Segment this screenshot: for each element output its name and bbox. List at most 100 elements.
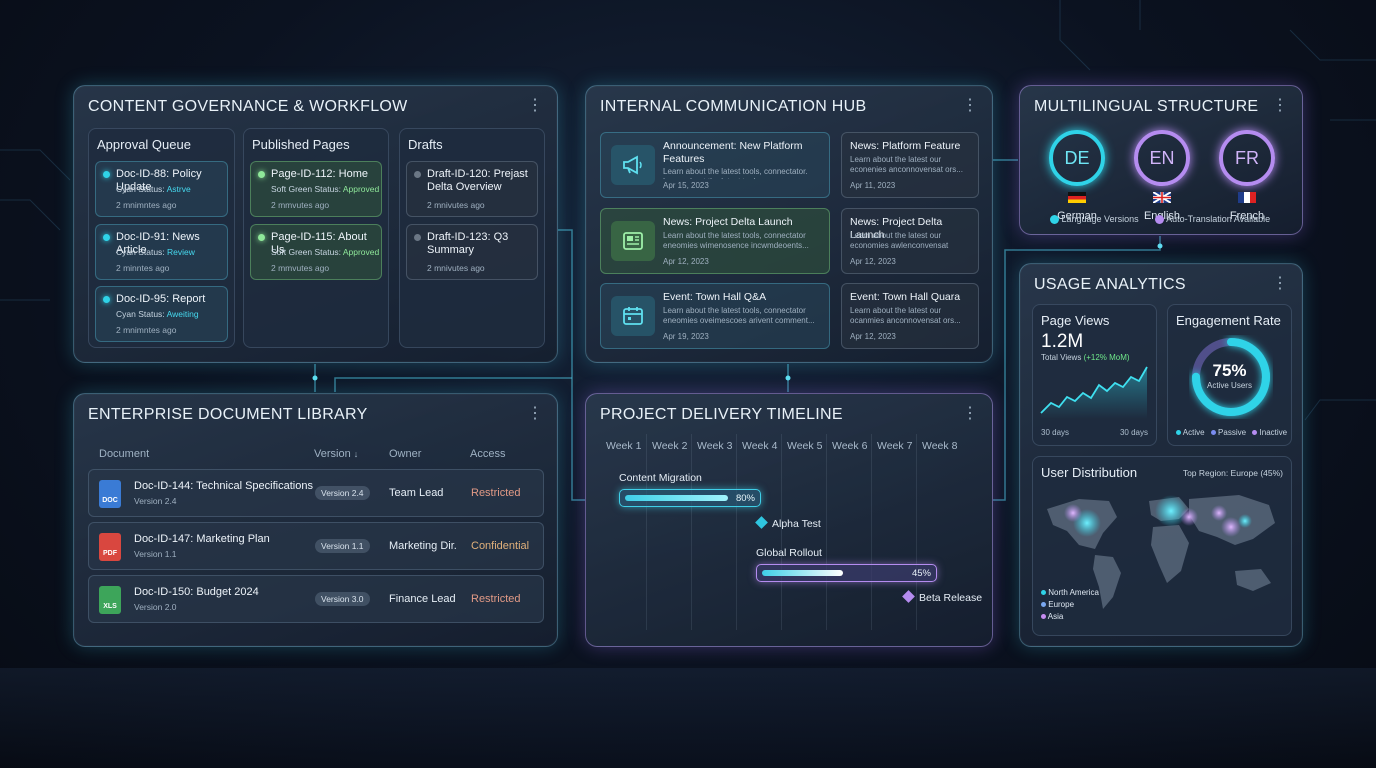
news-date: Apr 19, 2023	[663, 332, 709, 341]
more-options-icon[interactable]: ⋮	[962, 406, 978, 422]
status-dot-icon	[258, 171, 265, 178]
engagement-legend: Active Passive Inactive	[1176, 428, 1287, 437]
news-title: Event: Town Hall Quara	[850, 291, 961, 303]
grid-line	[871, 434, 872, 630]
news-card[interactable]: Announcement: New Platform Features Lear…	[600, 132, 830, 198]
approval-card[interactable]: Doc-ID-91: News Article Cyan Status: Rev…	[95, 224, 228, 280]
grid-line	[826, 434, 827, 630]
card-title: Engagement Rate	[1176, 313, 1281, 328]
version-badge: Version 2.4	[315, 486, 370, 500]
project-timeline-panel: PROJECT DELIVERY TIMELINE ⋮ Week 1 Week …	[585, 393, 993, 647]
axis-label-start: 30 days	[1041, 428, 1070, 437]
task-bar[interactable]: 80%	[619, 489, 761, 507]
news-body: Learn about the latest tools, connectato…	[663, 231, 809, 250]
milestone-diamond-icon	[902, 590, 915, 603]
news-card[interactable]: Event: Town Hall Quara Learn about the l…	[841, 283, 979, 349]
column-header-access[interactable]: Access	[470, 448, 505, 460]
version-badge: Version 3.0	[315, 592, 370, 606]
published-card[interactable]: Page-ID-112: Home Soft Green Status: App…	[250, 161, 382, 217]
week-label: Week 1	[606, 440, 642, 452]
news-title: News: Project Delta Launch	[663, 216, 793, 228]
access-level: Restricted	[471, 593, 521, 605]
status-dot-icon	[103, 171, 110, 178]
task-bar-fill	[625, 495, 728, 501]
legend-dot-icon	[1210, 430, 1216, 436]
published-card[interactable]: Page-ID-115: About Us Soft Green Status:…	[250, 224, 382, 280]
card-title: Page-ID-112: Home	[271, 168, 369, 180]
legend-dot-icon	[1050, 215, 1059, 225]
news-date: Apr 11, 2023	[850, 181, 896, 190]
newspaper-icon	[611, 221, 655, 261]
top-region: Top Region: Europe (45%)	[1182, 468, 1283, 478]
more-options-icon[interactable]: ⋮	[527, 406, 543, 422]
page-views-card[interactable]: Page Views 1.2M Total Views (+12% MoM) 3…	[1032, 304, 1157, 446]
legend-label: Auto-Translation Available	[1166, 214, 1271, 224]
table-row[interactable]: XLS Doc-ID-150: Budget 2024 Version 2.0 …	[88, 575, 544, 623]
language-fr[interactable]: FR French	[1212, 130, 1282, 222]
column-header-document[interactable]: Document	[99, 448, 149, 460]
task-progress: 80%	[735, 493, 755, 504]
card-title: Page Views	[1041, 313, 1110, 328]
panel-title: PROJECT DELIVERY TIMELINE	[600, 406, 843, 423]
news-card[interactable]: Event: Town Hall Q&A Learn about the lat…	[600, 283, 830, 349]
legend-dot-icon	[1041, 590, 1046, 596]
news-card[interactable]: News: Project Delta Launch Learn about t…	[841, 208, 979, 274]
news-date: Apr 12, 2023	[850, 257, 896, 266]
drafts-column: Drafts Draft-ID-120: Prejast Delta Overv…	[399, 128, 545, 348]
week-label: Week 4	[742, 440, 778, 452]
week-label: Week 6	[832, 440, 868, 452]
task-bar[interactable]: 45%	[756, 564, 937, 582]
more-options-icon[interactable]: ⋮	[527, 98, 543, 114]
legend-dot-icon	[1155, 215, 1165, 225]
status-dot-icon	[103, 296, 110, 303]
week-label: Week 5	[787, 440, 823, 452]
news-card[interactable]: News: Project Delta Launch Learn about t…	[600, 208, 830, 274]
grid-line	[646, 434, 647, 630]
more-options-icon[interactable]: ⋮	[1272, 276, 1288, 292]
week-label: Week 3	[697, 440, 733, 452]
language-ring: DE	[1049, 130, 1105, 186]
draft-card[interactable]: Draft-ID-120: Prejast Delta Overview 2 m…	[406, 161, 538, 217]
more-options-icon[interactable]: ⋮	[1272, 98, 1288, 114]
column-header-owner[interactable]: Owner	[389, 448, 421, 460]
column-title: Published Pages	[252, 137, 350, 152]
status-dot-icon	[103, 234, 110, 241]
news-date: Apr 12, 2023	[663, 257, 709, 266]
column-title: Drafts	[408, 137, 443, 152]
table-row[interactable]: PDF Doc-ID-147: Marketing Plan Version 1…	[88, 522, 544, 570]
draft-card[interactable]: Draft-ID-123: Q3 Summary 2 mnivutes ago	[406, 224, 538, 280]
milestone[interactable]: Beta Release	[902, 590, 982, 604]
table-row[interactable]: DOC Doc-ID-144: Technical Specifications…	[88, 469, 544, 517]
xls-file-icon: XLS	[99, 586, 121, 614]
approval-card[interactable]: Doc-ID-95: Report Cyan Status: Aweiting …	[95, 286, 228, 342]
news-title: News: Platform Feature	[850, 140, 961, 152]
panel-title: MULTILINGUAL STRUCTURE	[1034, 98, 1259, 115]
news-body: Learn about the latest our econenies anc…	[850, 155, 963, 174]
column-header-version[interactable]: Version ↓	[314, 448, 358, 460]
floor-reflection	[0, 668, 1376, 768]
version-badge: Version 1.1	[315, 539, 370, 553]
document-owner: Finance Lead	[389, 593, 456, 605]
engagement-rate-card[interactable]: Engagement Rate 75% Active Users Active …	[1167, 304, 1292, 446]
document-name: Doc-ID-144: Technical Specifications	[134, 480, 313, 492]
news-card[interactable]: News: Platform Feature Learn about the l…	[841, 132, 979, 198]
language-en[interactable]: EN English	[1127, 130, 1197, 222]
approval-card[interactable]: Doc-ID-88: Policy Update Cyan Status: As…	[95, 161, 228, 217]
published-pages-column: Published Pages Page-ID-112: Home Soft G…	[243, 128, 389, 348]
megaphone-icon	[611, 145, 655, 185]
week-label: Week 8	[922, 440, 958, 452]
status-dot-icon	[414, 234, 421, 241]
card-time: 2 mmvutes ago	[271, 263, 330, 273]
pdf-file-icon: PDF	[99, 533, 121, 561]
card-status: Cyan Status: Review	[116, 247, 195, 257]
legend-label: Language Versions	[1061, 214, 1139, 224]
milestone[interactable]: Alpha Test	[755, 516, 821, 530]
language-de[interactable]: DE German	[1042, 130, 1112, 222]
page-views-caption: Total Views (+12% MoM)	[1041, 353, 1130, 362]
more-options-icon[interactable]: ⋮	[962, 98, 978, 114]
panel-title: USAGE ANALYTICS	[1034, 276, 1186, 293]
legend-dot-icon	[1252, 430, 1258, 436]
engagement-caption: Active Users	[1207, 381, 1252, 390]
language-ring: EN	[1134, 130, 1190, 186]
user-distribution-card[interactable]: User Distribution Top Region: Europe (45…	[1032, 456, 1292, 636]
